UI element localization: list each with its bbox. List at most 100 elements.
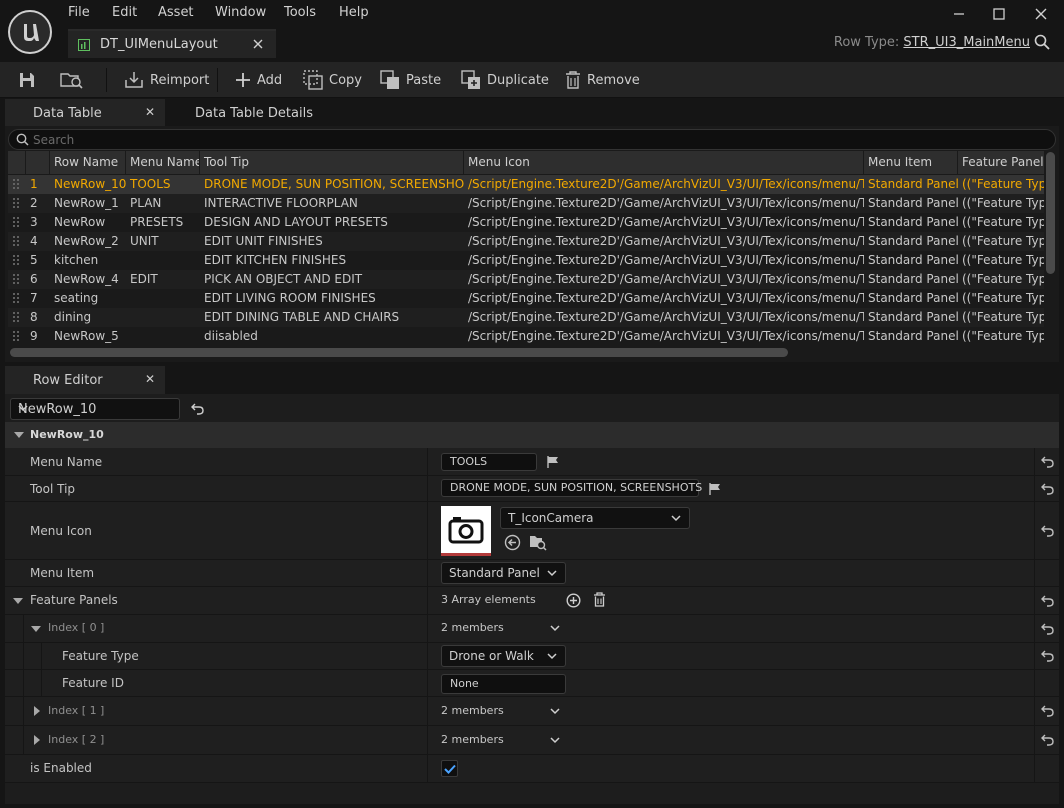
table-row[interactable]: 1 NewRow_10 TOOLS DRONE MODE, SUN POSITI… [8,175,1044,194]
expand-arrow-icon[interactable] [14,432,24,438]
feature-type-dropdown[interactable]: Drone or Walk [441,645,566,667]
menu-tools[interactable]: Tools [284,5,316,20]
table-row[interactable]: 7 seating EDIT LIVING ROOM FINISHES /Scr… [8,289,1044,308]
table-row[interactable]: 9 NewRow_5 diisabled /Script/Engine.Text… [8,327,1044,346]
table-row[interactable]: 5 kitchen EDIT KITCHEN FINISHES /Script/… [8,251,1044,270]
column-header-menu-item[interactable]: Menu Item [864,151,958,174]
asset-tab[interactable]: DT_UIMenuLayout [68,29,276,58]
reset-row-icon[interactable] [191,403,204,415]
tab-data-table-details[interactable]: Data Table Details [167,99,327,127]
reimport-button[interactable]: Reimport [124,62,209,98]
close-window-icon[interactable] [1032,5,1050,23]
vertical-scrollbar[interactable] [1046,152,1055,274]
table-row[interactable]: 3 NewRow PRESETS DESIGN AND LAYOUT PRESE… [8,213,1044,232]
collapse-arrow-icon[interactable] [34,706,40,716]
reset-to-default-icon[interactable] [1040,595,1054,607]
drag-handle-icon[interactable] [12,235,20,248]
drag-handle-icon[interactable] [12,254,20,267]
menu-name-field[interactable]: TOOLS [441,453,537,471]
column-header-row-name[interactable]: Row Name [50,151,126,174]
chevron-down-icon[interactable] [550,625,560,632]
reset-to-default-icon[interactable] [1040,650,1054,662]
paste-button[interactable]: Paste [380,62,441,98]
feature-panel: (("Feature Type" [962,215,1044,229]
drag-handle-icon[interactable] [12,197,20,210]
menu-icon-path: /Script/Engine.Texture2D'/Game/ArchVizUI… [468,196,864,210]
close-tab-icon[interactable] [253,39,263,49]
row-editor-tabbar: Row Editor ✕ [0,366,1064,394]
texture-picker-dropdown[interactable]: T_IconCamera [500,507,690,529]
row-select-dropdown[interactable]: NewRow_10 [10,398,180,420]
tool-tip-field[interactable]: DRONE MODE, SUN POSITION, SCREENSHOTS [441,479,702,497]
indent-guide [23,670,24,697]
tab-row-editor[interactable]: Row Editor ✕ [5,366,165,394]
duplicate-button[interactable]: Duplicate [461,62,549,98]
chevron-down-icon[interactable] [550,708,560,715]
texture-thumbnail[interactable] [441,506,491,556]
menu-edit[interactable]: Edit [112,5,137,20]
reset-to-default-icon[interactable] [1040,705,1054,717]
drag-handle-icon[interactable] [12,216,20,229]
localize-flag-icon[interactable] [546,455,560,469]
menu-help[interactable]: Help [339,5,369,20]
row-index: 2 [30,196,38,210]
minimize-icon[interactable] [950,5,968,23]
use-selected-asset-icon[interactable] [504,534,521,551]
browse-asset-icon[interactable] [529,534,547,551]
copy-button[interactable]: Copy [303,62,362,98]
reset-to-default-icon[interactable] [1040,734,1054,746]
unreal-logo-icon[interactable] [8,10,52,54]
index-value-cell: 2 members [427,615,1031,642]
column-header-menu-icon[interactable]: Menu Icon [464,151,864,174]
menu-file[interactable]: File [68,5,90,20]
drag-handle-icon[interactable] [12,273,20,286]
close-tab-icon[interactable]: ✕ [145,372,155,386]
horizontal-scrollbar[interactable] [10,348,788,357]
menu-asset[interactable]: Asset [158,5,194,20]
add-element-icon[interactable] [566,593,581,608]
search-icon[interactable] [1034,34,1050,50]
chevron-down-icon[interactable] [550,737,560,744]
table-row[interactable]: 2 NewRow_1 PLAN INTERACTIVE FLOORPLAN /S… [8,194,1044,213]
expand-arrow-icon[interactable] [13,598,23,604]
menu-item-dropdown[interactable]: Standard Panel [441,562,566,584]
reset-to-default-icon[interactable] [1040,525,1054,537]
table-row[interactable]: 4 NewRow_2 UNIT EDIT UNIT FINISHES /Scri… [8,232,1044,251]
column-header-menu-name[interactable]: Menu Name [126,151,200,174]
array-count: 3 Array elements [441,593,536,606]
drag-handle-icon[interactable] [12,311,20,324]
reset-cell [1034,643,1059,669]
browse-button[interactable] [60,62,84,98]
close-tab-icon[interactable]: ✕ [145,105,155,119]
search-box[interactable] [8,129,1056,150]
table-row[interactable]: 8 dining EDIT DINING TABLE AND CHAIRS /S… [8,308,1044,327]
menu-window[interactable]: Window [215,5,266,20]
reset-to-default-icon[interactable] [1040,483,1054,495]
row-type-value[interactable]: STR_UI3_MainMenu [903,35,1030,50]
duplicate-label: Duplicate [487,72,549,88]
menu-icon-label: Menu Icon [30,524,92,538]
maximize-icon[interactable] [990,5,1008,23]
search-input[interactable] [33,131,1033,149]
drag-handle-icon[interactable] [12,178,20,191]
row-section-header[interactable]: NewRow_10 [5,422,1059,448]
feature-id-field[interactable]: None [441,674,566,694]
localize-flag-icon[interactable] [708,482,722,496]
table-row[interactable]: 6 NewRow_4 EDIT PICK AN OBJECT AND EDIT … [8,270,1044,289]
drag-handle-icon[interactable] [12,330,20,343]
remove-button[interactable]: Remove [565,62,640,98]
save-button[interactable] [18,62,36,98]
expand-arrow-icon[interactable] [31,626,41,632]
row-type: Row Type: STR_UI3_MainMenu [834,35,1030,50]
collapse-arrow-icon[interactable] [34,735,40,745]
add-button[interactable]: Add [235,62,282,98]
drag-handle-icon[interactable] [12,292,20,305]
tab-data-table[interactable]: Data Table ✕ [5,99,165,127]
column-header-tool-tip[interactable]: Tool Tip [200,151,464,174]
column-header-feature-panel[interactable]: Feature Panel [958,151,1044,174]
reset-to-default-icon[interactable] [1040,456,1054,468]
clear-array-trash-icon[interactable] [593,592,606,607]
is-enabled-checkbox[interactable] [441,760,458,777]
feature-panel: (("Feature Type" [962,196,1044,210]
reset-to-default-icon[interactable] [1040,623,1054,635]
